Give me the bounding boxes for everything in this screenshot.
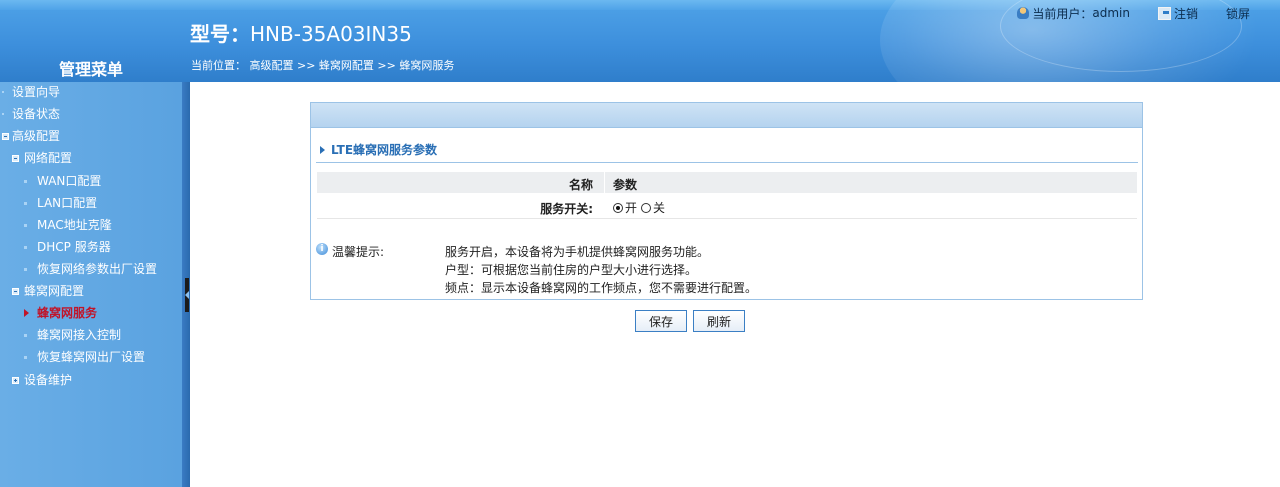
bullet-icon bbox=[2, 91, 4, 93]
sidebar: 设置向导 设备状态 高级配置 网络配置 WAN口配置 LAN口配置 MAC地址克… bbox=[0, 82, 182, 487]
logout-icon bbox=[1157, 6, 1171, 20]
bullet-icon bbox=[24, 267, 27, 271]
service-switch-row: 服务开关: 开 关 bbox=[317, 196, 1137, 219]
current-user-name: admin bbox=[1092, 6, 1130, 20]
section-arrow-icon bbox=[320, 145, 325, 154]
bullet-icon bbox=[24, 245, 27, 249]
sidebar-item-label: 网络配置 bbox=[24, 151, 73, 165]
sidebar-item-device-status[interactable]: 设备状态 bbox=[2, 104, 60, 124]
breadcrumb: 当前位置： 高级配置 >> 蜂窝网配置 >> 蜂窝网服务 bbox=[191, 57, 454, 73]
service-switch-radio-group: 开 关 bbox=[613, 199, 665, 216]
sidebar-item-restore-cellular[interactable]: 恢复蜂窝网出厂设置 bbox=[24, 347, 145, 367]
model-title: 型号：HNB-35A03IN35 bbox=[190, 18, 412, 47]
sidebar-item-label: 恢复蜂窝网出厂设置 bbox=[37, 350, 146, 364]
sidebar-item-advanced-config[interactable]: 高级配置 bbox=[2, 126, 60, 146]
tip-line: 户型：可根据您当前住房的户型大小进行选择。 bbox=[445, 263, 698, 277]
radio-off-label[interactable]: 关 bbox=[653, 199, 665, 216]
column-divider bbox=[604, 172, 605, 193]
breadcrumb-path: 高级配置 >> 蜂窝网配置 >> 蜂窝网服务 bbox=[249, 59, 455, 72]
sidebar-item-network-config[interactable]: 网络配置 bbox=[12, 148, 72, 168]
sidebar-item-label: MAC地址克隆 bbox=[37, 218, 112, 232]
save-button[interactable]: 保存 bbox=[635, 310, 687, 332]
collapse-icon[interactable] bbox=[2, 132, 9, 140]
model-value: HNB-35A03IN35 bbox=[250, 22, 412, 46]
sidebar-item-label: LAN口配置 bbox=[37, 196, 98, 210]
tip-label: 温馨提示: bbox=[332, 245, 385, 259]
info-icon: i bbox=[316, 243, 328, 255]
logout-link[interactable]: 注销 bbox=[1157, 5, 1198, 22]
sidebar-item-label: 恢复网络参数出厂设置 bbox=[37, 262, 158, 276]
column-header-param: 参数 bbox=[613, 178, 638, 192]
bullet-icon bbox=[24, 223, 27, 227]
radio-off[interactable] bbox=[641, 202, 652, 213]
sidebar-item-label: 蜂窝网接入控制 bbox=[37, 328, 122, 342]
user-bar: 当前用户： admin 注销 锁屏 bbox=[989, 4, 1250, 22]
expand-icon[interactable] bbox=[12, 376, 19, 384]
sidebar-item-label: 高级配置 bbox=[12, 129, 61, 143]
sidebar-item-dhcp-server[interactable]: DHCP 服务器 bbox=[24, 237, 111, 257]
refresh-button[interactable]: 刷新 bbox=[693, 310, 745, 332]
tip-line: 服务开启，本设备将为手机提供蜂窝网服务功能。 bbox=[445, 245, 710, 259]
sidebar-item-cellular-service[interactable]: 蜂窝网服务 bbox=[24, 303, 97, 323]
column-header-name: 名称 bbox=[568, 178, 593, 192]
breadcrumb-prefix: 当前位置： bbox=[191, 59, 246, 72]
lock-screen-link[interactable]: 锁屏 bbox=[1226, 5, 1250, 22]
model-label: 型号： bbox=[190, 22, 250, 46]
bullet-icon bbox=[24, 333, 27, 337]
user-icon bbox=[1017, 7, 1030, 19]
tip-lines: 服务开启，本设备将为手机提供蜂窝网服务功能。 户型：可根据您当前住房的户型大小进… bbox=[445, 243, 757, 297]
sidebar-item-mac-clone[interactable]: MAC地址克隆 bbox=[24, 215, 112, 235]
tip-line: 频点：显示本设备蜂窝网的工作频点，您不需要进行配置。 bbox=[445, 281, 758, 295]
sidebar-item-label: 设备状态 bbox=[12, 107, 61, 121]
lock-screen-label: 锁屏 bbox=[1225, 6, 1250, 21]
bullet-icon bbox=[24, 201, 27, 205]
sidebar-item-label: 蜂窝网配置 bbox=[24, 284, 85, 298]
service-switch-label: 服务开关: bbox=[540, 202, 593, 216]
logout-label: 注销 bbox=[1173, 6, 1198, 21]
header: 型号：HNB-35A03IN35 当前用户： admin 注销 锁屏 管理菜单 … bbox=[0, 0, 1280, 82]
sidebar-item-restore-network[interactable]: 恢复网络参数出厂设置 bbox=[24, 259, 157, 279]
sidebar-item-setup-wizard[interactable]: 设置向导 bbox=[2, 82, 60, 102]
bullet-icon bbox=[24, 355, 27, 359]
service-panel: LTE蜂窝网服务参数 名称 参数 服务开关: 开 关 i 温馨提示: 服务开启，… bbox=[310, 102, 1143, 300]
sidebar-item-label: 设备维护 bbox=[24, 373, 73, 387]
radio-on-label[interactable]: 开 bbox=[625, 199, 637, 216]
radio-on[interactable] bbox=[613, 202, 623, 213]
bullet-icon bbox=[24, 179, 27, 183]
current-user-label: 当前用户： bbox=[1032, 6, 1093, 21]
section-title-text: LTE蜂窝网服务参数 bbox=[331, 143, 438, 157]
panel-header bbox=[311, 103, 1142, 128]
sidebar-item-label: WAN口配置 bbox=[37, 174, 102, 188]
menu-title: 管理菜单 bbox=[58, 60, 123, 79]
sidebar-item-cellular-config[interactable]: 蜂窝网配置 bbox=[12, 281, 84, 301]
sidebar-item-label: 设置向导 bbox=[12, 85, 61, 99]
sidebar-item-cellular-access[interactable]: 蜂窝网接入控制 bbox=[24, 325, 121, 345]
table-header: 名称 参数 bbox=[317, 172, 1137, 193]
sidebar-item-lan-config[interactable]: LAN口配置 bbox=[24, 193, 97, 213]
sidebar-item-label: DHCP 服务器 bbox=[37, 240, 111, 254]
collapse-icon[interactable] bbox=[12, 154, 19, 162]
section-divider bbox=[316, 162, 1138, 163]
active-arrow-icon bbox=[24, 309, 29, 317]
sidebar-item-wan-config[interactable]: WAN口配置 bbox=[24, 171, 101, 191]
bullet-icon bbox=[2, 113, 4, 115]
sidebar-item-device-maintenance[interactable]: 设备维护 bbox=[12, 370, 72, 390]
collapse-sidebar-handle[interactable] bbox=[185, 278, 189, 312]
current-user: 当前用户： admin bbox=[1017, 5, 1130, 22]
collapse-icon[interactable] bbox=[12, 287, 19, 295]
section-title: LTE蜂窝网服务参数 bbox=[320, 141, 437, 158]
sidebar-item-label: 蜂窝网服务 bbox=[37, 306, 98, 320]
